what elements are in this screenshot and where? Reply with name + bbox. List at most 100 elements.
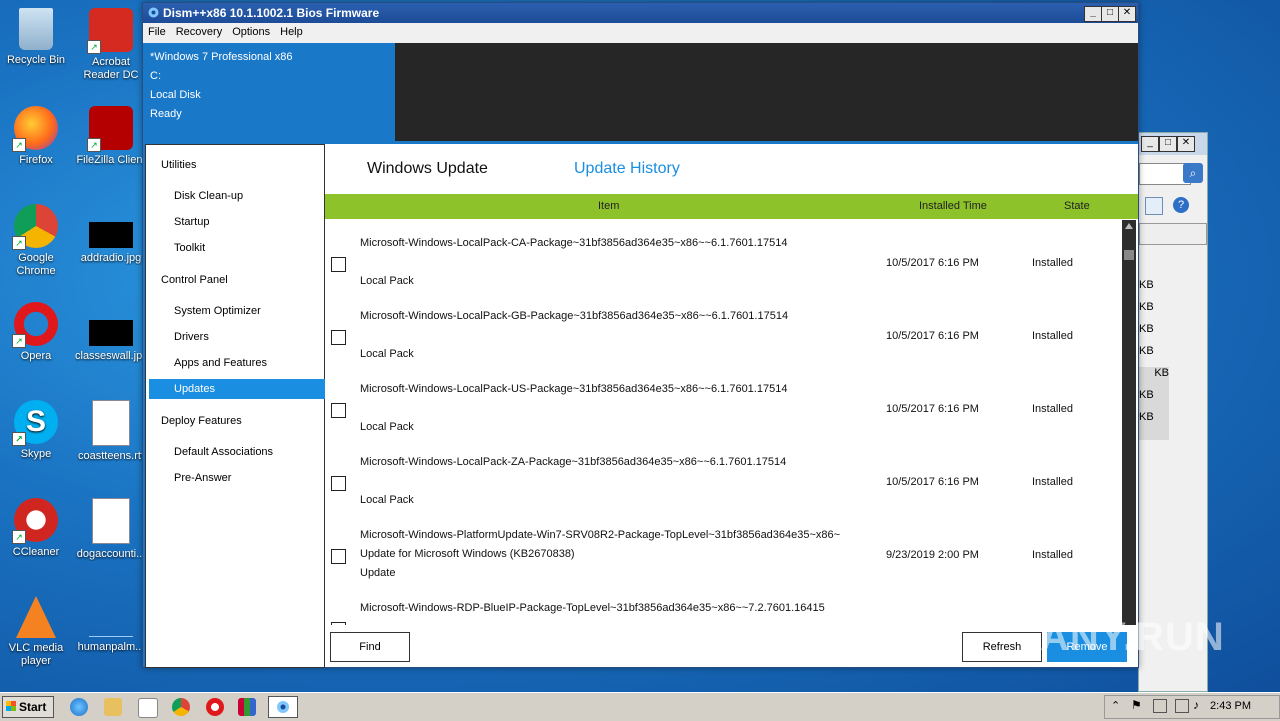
installed-time: 10/5/2017 6:16 PM — [886, 403, 979, 415]
dism-window[interactable]: Dism++x86 10.1.1002.1 Bios Firmware _ □ … — [142, 2, 1139, 668]
chevron-up-icon[interactable]: ⌃ — [1111, 699, 1120, 712]
desktop-icon-ccleaner[interactable]: ↗ CCleaner — [0, 498, 72, 559]
system-tray: ⌃ ⚑ ♪ 2:43 PM — [1104, 695, 1280, 719]
minimize-icon[interactable]: _ — [1084, 6, 1102, 22]
column-header-installed-time[interactable]: Installed Time — [919, 200, 987, 212]
background-window[interactable]: _ □ ✕ ⌕ ? KB KB KB KB KB KB KB — [1138, 132, 1208, 692]
scroll-up-icon[interactable] — [1125, 223, 1133, 229]
network-icon[interactable] — [1153, 699, 1167, 713]
clock[interactable]: 2:43 PM — [1210, 700, 1251, 712]
sidebar-item-pre-answer[interactable]: Pre-Answer — [146, 468, 350, 488]
table-row[interactable]: Microsoft-Windows-LocalPack-GB-Package~3… — [325, 293, 1120, 366]
desktop-icon-firefox[interactable]: ↗ Firefox — [0, 106, 72, 167]
menu-file[interactable]: File — [143, 23, 171, 41]
start-button[interactable]: Start — [2, 696, 54, 718]
chrome-icon[interactable] — [172, 698, 190, 716]
vlc-icon — [16, 596, 56, 638]
sidebar-item-system-optimizer[interactable]: System Optimizer — [146, 301, 350, 321]
row-checkbox[interactable] — [331, 330, 346, 345]
desktop-icon-label: Firefox — [19, 154, 53, 166]
scroll-thumb[interactable] — [1124, 250, 1134, 260]
update-name: Microsoft-Windows-LocalPack-US-Package~3… — [360, 383, 788, 395]
image-file-icon — [89, 596, 133, 637]
preview-pane-icon[interactable] — [1145, 197, 1163, 215]
background-window-titlebar[interactable]: _ □ ✕ — [1139, 133, 1207, 155]
sidebar-item-drivers[interactable]: Drivers — [146, 327, 350, 347]
close-icon[interactable]: ✕ — [1177, 136, 1195, 152]
desktop-icon-dogaccounting[interactable]: dogaccounti... — [75, 498, 147, 561]
update-type: Local Pack — [360, 494, 414, 506]
system-info-panel[interactable]: *Windows 7 Professional x86 C: Local Dis… — [143, 43, 395, 141]
row-checkbox[interactable] — [331, 257, 346, 272]
image-file-icon — [89, 320, 133, 346]
desktop-icon-filezilla[interactable]: ↗ FileZilla Client — [75, 106, 147, 167]
close-icon[interactable]: ✕ — [1118, 6, 1136, 22]
update-state: Installed — [1032, 549, 1073, 561]
sidebar-item-apps-features[interactable]: Apps and Features — [146, 353, 350, 373]
flag-icon[interactable]: ⚑ — [1131, 698, 1142, 712]
table-header: Item Installed Time State — [325, 194, 1138, 219]
media-player-icon[interactable] — [138, 698, 158, 718]
menu-options[interactable]: Options — [227, 23, 275, 41]
sidebar-item-toolkit[interactable]: Toolkit — [146, 238, 350, 258]
help-icon[interactable]: ? — [1173, 197, 1189, 213]
column-header-state[interactable]: State — [1064, 200, 1090, 212]
list-scrollbar[interactable] — [1122, 220, 1136, 625]
search-icon[interactable]: ⌕ — [1183, 163, 1203, 183]
sidebar-item-disk-cleanup[interactable]: Disk Clean-up — [146, 186, 350, 206]
desktop-icon-classeswall[interactable]: classeswall.jpg — [75, 320, 147, 363]
table-row[interactable]: Microsoft-Windows-LocalPack-US-Package~3… — [325, 366, 1120, 439]
refresh-button[interactable]: Refresh — [962, 632, 1042, 662]
desktop-icon-humanpalm[interactable]: humanpalm... — [75, 596, 147, 654]
disk-type: Local Disk — [150, 89, 201, 101]
desktop-icon-label: addradio.jpg — [80, 252, 142, 264]
minimize-icon[interactable]: _ — [1141, 136, 1159, 152]
column-header-item[interactable]: Item — [598, 200, 619, 212]
row-checkbox[interactable] — [331, 403, 346, 418]
header-dark-panel — [395, 43, 1138, 141]
desktop-icon-chrome[interactable]: ↗ Google Chrome — [0, 204, 72, 278]
drive-letter: C: — [150, 70, 161, 82]
desktop-icon-label: Recycle Bin — [6, 54, 66, 66]
explorer-folder-icon[interactable] — [104, 698, 122, 716]
desktop-icon-coastteens[interactable]: coastteens.rtf — [75, 400, 147, 463]
ccleaner-icon: ↗ — [12, 498, 58, 544]
row-checkbox[interactable] — [331, 549, 346, 564]
update-name: Microsoft-Windows-RDP-BlueIP-Package-Top… — [360, 602, 825, 614]
table-row[interactable]: Microsoft-Windows-RDP-BlueIP-Package-Top… — [325, 585, 1120, 625]
internet-explorer-icon[interactable] — [70, 698, 88, 716]
tab-windows-update[interactable]: Windows Update — [367, 160, 488, 178]
row-checkbox[interactable] — [331, 622, 346, 625]
desktop-icon-addradio[interactable]: addradio.jpg — [75, 222, 147, 265]
find-button[interactable]: Find — [330, 632, 410, 662]
menu-help[interactable]: Help — [275, 23, 308, 41]
window-titlebar[interactable]: Dism++x86 10.1.1002.1 Bios Firmware _ □ … — [143, 3, 1138, 23]
dism-taskbar-button[interactable] — [268, 696, 298, 718]
status-text: Ready — [150, 108, 182, 120]
tab-update-history[interactable]: Update History — [574, 160, 680, 178]
speaker-icon[interactable]: ♪ — [1193, 698, 1199, 712]
background-column-header[interactable] — [1139, 223, 1207, 245]
shield-icon[interactable] — [1175, 699, 1189, 713]
desktop-icon-skype[interactable]: S ↗ Skype — [0, 400, 72, 461]
desktop-icon-recycle-bin[interactable]: Recycle Bin — [0, 8, 72, 67]
table-row[interactable]: Microsoft-Windows-LocalPack-CA-Package~3… — [325, 220, 1120, 293]
sidebar-item-default-associations[interactable]: Default Associations — [146, 442, 350, 462]
table-row[interactable]: Microsoft-Windows-PlatformUpdate-Win7-SR… — [325, 512, 1120, 585]
opera-icon[interactable] — [206, 698, 224, 716]
desktop-icon-vlc[interactable]: VLC media player — [0, 596, 72, 668]
update-list: Microsoft-Windows-LocalPack-CA-Package~3… — [325, 220, 1120, 625]
sidebar-item-updates[interactable]: Updates — [149, 379, 347, 399]
maximize-icon[interactable]: □ — [1101, 6, 1119, 22]
row-checkbox[interactable] — [331, 476, 346, 491]
archive-app-icon[interactable] — [238, 698, 256, 716]
menu-recovery[interactable]: Recovery — [171, 23, 227, 41]
desktop-icon-opera[interactable]: ↗ Opera — [0, 302, 72, 363]
maximize-icon[interactable]: □ — [1159, 136, 1177, 152]
table-row[interactable]: Microsoft-Windows-LocalPack-ZA-Package~3… — [325, 439, 1120, 512]
desktop-icon-label: FileZilla Client — [76, 154, 146, 166]
update-name: Microsoft-Windows-LocalPack-GB-Package~3… — [360, 310, 789, 322]
desktop-icon-acrobat[interactable]: ↗ Acrobat Reader DC — [75, 8, 147, 82]
watermark-text: ANY.RUN — [1040, 615, 1225, 659]
sidebar-item-startup[interactable]: Startup — [146, 212, 350, 232]
